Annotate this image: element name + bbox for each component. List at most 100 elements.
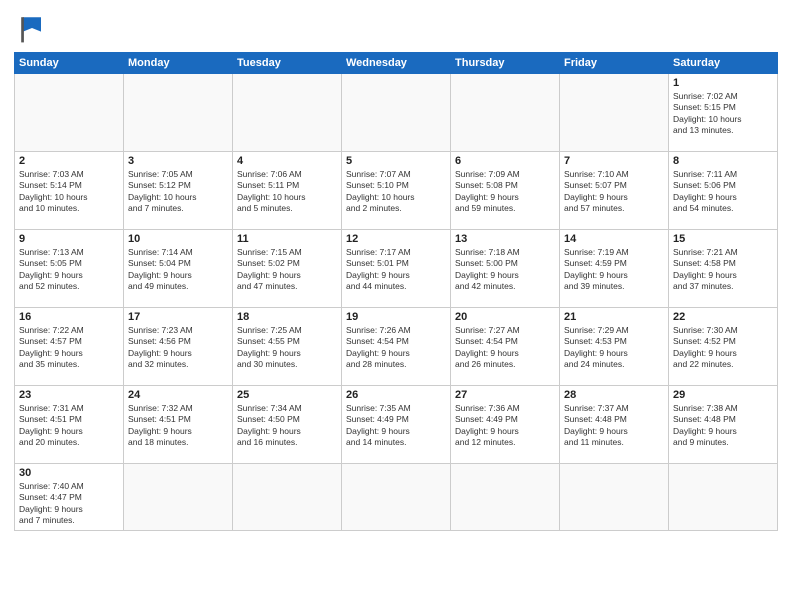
- day-number: 17: [128, 311, 228, 323]
- day-info: Sunrise: 7:32 AM Sunset: 4:51 PM Dayligh…: [128, 403, 228, 449]
- calendar-cell: 26Sunrise: 7:35 AM Sunset: 4:49 PM Dayli…: [342, 386, 451, 464]
- calendar-cell: [233, 464, 342, 531]
- day-number: 19: [346, 311, 446, 323]
- day-number: 2: [19, 155, 119, 167]
- day-number: 30: [19, 467, 119, 479]
- weekday-header-wednesday: Wednesday: [342, 53, 451, 74]
- calendar-cell: 6Sunrise: 7:09 AM Sunset: 5:08 PM Daylig…: [451, 152, 560, 230]
- calendar-week-row: 9Sunrise: 7:13 AM Sunset: 5:05 PM Daylig…: [15, 230, 778, 308]
- day-number: 25: [237, 389, 337, 401]
- calendar-cell: 13Sunrise: 7:18 AM Sunset: 5:00 PM Dayli…: [451, 230, 560, 308]
- weekday-header-row: SundayMondayTuesdayWednesdayThursdayFrid…: [15, 53, 778, 74]
- day-number: 27: [455, 389, 555, 401]
- day-number: 18: [237, 311, 337, 323]
- calendar-cell: 16 Sunrise: 7:22 AM Sunset: 4:57 PM Dayli…: [15, 308, 124, 386]
- day-info: Sunrise: 7:14 AM Sunset: 5:04 PM Dayligh…: [128, 247, 228, 293]
- calendar-cell: [124, 74, 233, 152]
- calendar-cell: [560, 464, 669, 531]
- calendar-cell: 18 Sunrise: 7:25 AM Sunset: 4:55 PM Dayli…: [233, 308, 342, 386]
- day-info: Sunrise: 7:17 AM Sunset: 5:01 PM Dayligh…: [346, 247, 446, 293]
- calendar-cell: 8Sunrise: 7:11 AM Sunset: 5:06 PM Daylig…: [669, 152, 778, 230]
- day-info: Sunrise: 7:05 AM Sunset: 5:12 PM Dayligh…: [128, 169, 228, 215]
- calendar-cell: 10 Sunrise: 7:14 AM Sunset: 5:04 PM Dayli…: [124, 230, 233, 308]
- calendar-week-row: 23 Sunrise: 7:31 AM Sunset: 4:51 PM Dayli…: [15, 386, 778, 464]
- day-number: 16: [19, 311, 119, 323]
- day-info: Sunrise: 7:27 AM Sunset: 4:54 PM Dayligh…: [455, 325, 555, 371]
- calendar-week-row: 2 Sunrise: 7:03 AM Sunset: 5:14 PM Daylig…: [15, 152, 778, 230]
- day-info: Sunrise: 7:10 AM Sunset: 5:07 PM Dayligh…: [564, 169, 664, 215]
- day-info: Sunrise: 7:02 AM Sunset: 5:15 PM Dayligh…: [673, 91, 773, 137]
- day-info: Sunrise: 7:18 AM Sunset: 5:00 PM Dayligh…: [455, 247, 555, 293]
- calendar-cell: 30 Sunrise: 7:40 AM Sunset: 4:47 PM Dayli…: [15, 464, 124, 531]
- calendar: SundayMondayTuesdayWednesdayThursdayFrid…: [14, 52, 778, 531]
- day-number: 14: [564, 233, 664, 245]
- day-number: 20: [455, 311, 555, 323]
- calendar-cell: [342, 464, 451, 531]
- calendar-week-row: 30 Sunrise: 7:40 AM Sunset: 4:47 PM Dayli…: [15, 464, 778, 531]
- day-info: Sunrise: 7:22 AM Sunset: 4:57 PM Dayligh…: [19, 325, 119, 371]
- calendar-cell: 29Sunrise: 7:38 AM Sunset: 4:48 PM Dayli…: [669, 386, 778, 464]
- calendar-cell: 9Sunrise: 7:13 AM Sunset: 5:05 PM Daylig…: [15, 230, 124, 308]
- day-number: 7: [564, 155, 664, 167]
- calendar-cell: [233, 74, 342, 152]
- calendar-cell: 2 Sunrise: 7:03 AM Sunset: 5:14 PM Daylig…: [15, 152, 124, 230]
- day-info: Sunrise: 7:36 AM Sunset: 4:49 PM Dayligh…: [455, 403, 555, 449]
- calendar-cell: [15, 74, 124, 152]
- day-info: Sunrise: 7:37 AM Sunset: 4:48 PM Dayligh…: [564, 403, 664, 449]
- calendar-week-row: 16 Sunrise: 7:22 AM Sunset: 4:57 PM Dayli…: [15, 308, 778, 386]
- calendar-cell: [342, 74, 451, 152]
- header: [14, 10, 778, 46]
- calendar-cell: 20 Sunrise: 7:27 AM Sunset: 4:54 PM Dayli…: [451, 308, 560, 386]
- day-info: Sunrise: 7:34 AM Sunset: 4:50 PM Dayligh…: [237, 403, 337, 449]
- day-info: Sunrise: 7:06 AM Sunset: 5:11 PM Dayligh…: [237, 169, 337, 215]
- day-number: 1: [673, 77, 773, 89]
- day-info: Sunrise: 7:31 AM Sunset: 4:51 PM Dayligh…: [19, 403, 119, 449]
- day-info: Sunrise: 7:23 AM Sunset: 4:56 PM Dayligh…: [128, 325, 228, 371]
- day-info: Sunrise: 7:25 AM Sunset: 4:55 PM Dayligh…: [237, 325, 337, 371]
- calendar-cell: 4Sunrise: 7:06 AM Sunset: 5:11 PM Daylig…: [233, 152, 342, 230]
- day-info: Sunrise: 7:29 AM Sunset: 4:53 PM Dayligh…: [564, 325, 664, 371]
- calendar-cell: 22 Sunrise: 7:30 AM Sunset: 4:52 PM Dayli…: [669, 308, 778, 386]
- calendar-cell: 5Sunrise: 7:07 AM Sunset: 5:10 PM Daylig…: [342, 152, 451, 230]
- calendar-cell: [560, 74, 669, 152]
- day-number: 23: [19, 389, 119, 401]
- calendar-cell: 24 Sunrise: 7:32 AM Sunset: 4:51 PM Dayli…: [124, 386, 233, 464]
- weekday-header-friday: Friday: [560, 53, 669, 74]
- calendar-cell: [669, 464, 778, 531]
- calendar-cell: 27 Sunrise: 7:36 AM Sunset: 4:49 PM Dayli…: [451, 386, 560, 464]
- calendar-cell: 23 Sunrise: 7:31 AM Sunset: 4:51 PM Dayli…: [15, 386, 124, 464]
- calendar-week-row: 1 Sunrise: 7:02 AM Sunset: 5:15 PM Daylig…: [15, 74, 778, 152]
- day-info: Sunrise: 7:03 AM Sunset: 5:14 PM Dayligh…: [19, 169, 119, 215]
- calendar-cell: 14 Sunrise: 7:19 AM Sunset: 4:59 PM Dayli…: [560, 230, 669, 308]
- day-number: 15: [673, 233, 773, 245]
- general-blue-icon: [14, 10, 50, 46]
- day-info: Sunrise: 7:21 AM Sunset: 4:58 PM Dayligh…: [673, 247, 773, 293]
- day-info: Sunrise: 7:30 AM Sunset: 4:52 PM Dayligh…: [673, 325, 773, 371]
- day-number: 3: [128, 155, 228, 167]
- day-info: Sunrise: 7:07 AM Sunset: 5:10 PM Dayligh…: [346, 169, 446, 215]
- day-number: 10: [128, 233, 228, 245]
- calendar-cell: 7 Sunrise: 7:10 AM Sunset: 5:07 PM Daylig…: [560, 152, 669, 230]
- day-number: 12: [346, 233, 446, 245]
- day-number: 8: [673, 155, 773, 167]
- day-number: 28: [564, 389, 664, 401]
- day-number: 24: [128, 389, 228, 401]
- day-info: Sunrise: 7:35 AM Sunset: 4:49 PM Dayligh…: [346, 403, 446, 449]
- calendar-cell: 12 Sunrise: 7:17 AM Sunset: 5:01 PM Dayli…: [342, 230, 451, 308]
- day-number: 11: [237, 233, 337, 245]
- calendar-cell: [124, 464, 233, 531]
- calendar-cell: 11 Sunrise: 7:15 AM Sunset: 5:02 PM Dayli…: [233, 230, 342, 308]
- calendar-cell: 21 Sunrise: 7:29 AM Sunset: 4:53 PM Dayli…: [560, 308, 669, 386]
- day-number: 22: [673, 311, 773, 323]
- calendar-cell: 28 Sunrise: 7:37 AM Sunset: 4:48 PM Dayli…: [560, 386, 669, 464]
- calendar-cell: 1 Sunrise: 7:02 AM Sunset: 5:15 PM Daylig…: [669, 74, 778, 152]
- day-info: Sunrise: 7:19 AM Sunset: 4:59 PM Dayligh…: [564, 247, 664, 293]
- day-info: Sunrise: 7:26 AM Sunset: 4:54 PM Dayligh…: [346, 325, 446, 371]
- weekday-header-thursday: Thursday: [451, 53, 560, 74]
- day-info: Sunrise: 7:40 AM Sunset: 4:47 PM Dayligh…: [19, 481, 119, 527]
- weekday-header-monday: Monday: [124, 53, 233, 74]
- day-info: Sunrise: 7:38 AM Sunset: 4:48 PM Dayligh…: [673, 403, 773, 449]
- day-info: Sunrise: 7:15 AM Sunset: 5:02 PM Dayligh…: [237, 247, 337, 293]
- day-info: Sunrise: 7:13 AM Sunset: 5:05 PM Dayligh…: [19, 247, 119, 293]
- day-number: 21: [564, 311, 664, 323]
